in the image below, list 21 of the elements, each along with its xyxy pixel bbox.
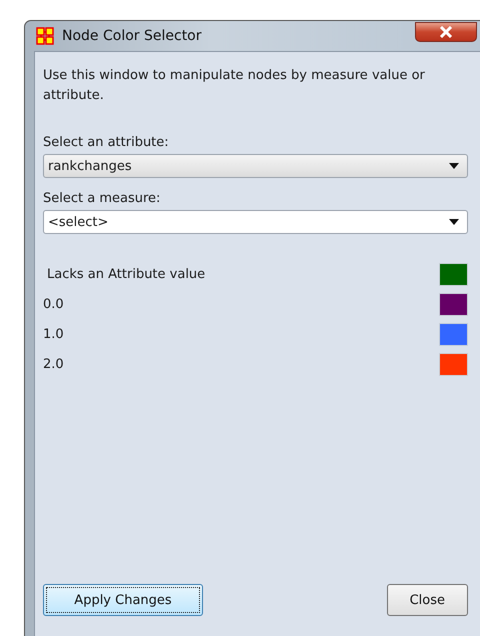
legend-label: 2.0 [43,356,64,372]
dialog-button[interactable]: Apply Changes [43,584,203,616]
attribute-dropdown[interactable]: rankchanges [43,154,468,178]
color-swatch[interactable] [439,322,468,346]
color-swatch[interactable] [439,352,468,376]
color-swatch[interactable] [439,292,468,316]
dropdown-arrow-icon [449,163,459,169]
color-swatch[interactable] [439,262,468,286]
measure-label: Select a measure: [43,190,162,208]
dropdown-arrow-icon [449,219,459,225]
attribute-label: Select an attribute: [43,134,170,152]
description-text: Use this window to manipulate nodes by measure value or attribute. [43,67,426,105]
dialog-button[interactable]: Close [386,584,468,616]
window-title: Node Color Selector [62,28,202,44]
measure-dropdown[interactable]: <select> [43,210,468,234]
legend-label: 0.0 [43,296,64,312]
close-button[interactable] [415,22,477,42]
legend-label: 1.0 [43,326,64,342]
close-icon [439,26,453,38]
network-icon [36,27,54,45]
legend-label: Lacks an Attribute value [46,266,206,282]
